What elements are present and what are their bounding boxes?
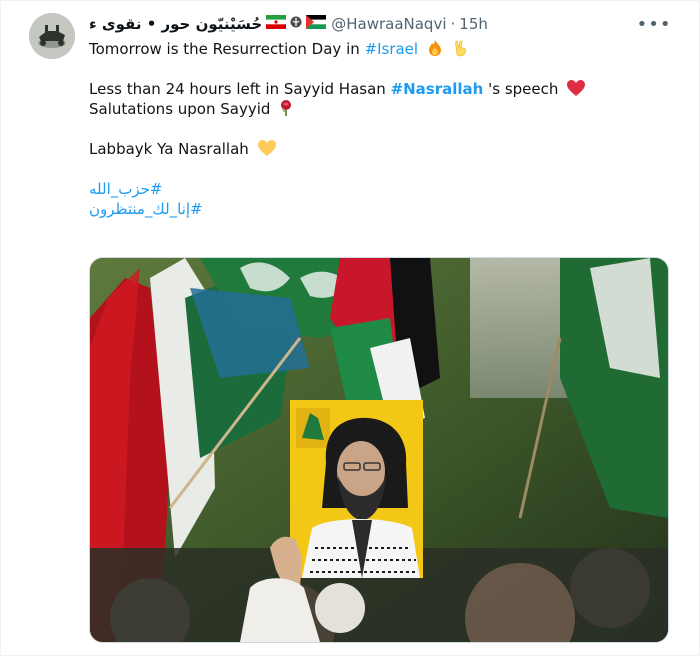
hashtag-hezbollah[interactable]: #حزب_الله xyxy=(89,179,162,199)
line1-text: Tomorrow is the Resurrection Day in xyxy=(89,40,365,58)
user-avatar[interactable] xyxy=(29,13,75,59)
tweet-card[interactable]: حُسَیْنیّون‌ حور • نقوی ء @HawraaN xyxy=(0,0,700,656)
tweet-line-5: #حزب_الله xyxy=(89,179,669,199)
yellow-heart-emoji xyxy=(257,139,277,162)
victory-hand-emoji xyxy=(452,39,470,62)
hashtag-nasrallah[interactable]: #Nasrallah xyxy=(391,80,484,98)
iran-flag-icon xyxy=(266,15,287,33)
red-heart-emoji xyxy=(566,79,586,102)
tweet-line-4: Labbayk Ya Nasrallah xyxy=(89,139,669,159)
tweet-timestamp[interactable]: 15h xyxy=(459,15,488,33)
line4-text: Labbayk Ya Nasrallah xyxy=(89,140,249,158)
tweet-header: حُسَیْنیّون‌ حور • نقوی ء @HawraaN xyxy=(89,13,649,35)
palestine-flag-icon xyxy=(306,15,327,33)
avatar-image xyxy=(29,13,75,59)
tweet-photo[interactable] xyxy=(89,257,669,643)
hashtag-waiting[interactable]: #إنا_لك_منتظرون xyxy=(89,199,203,219)
tweet-line-3: Salutations upon Sayyid xyxy=(89,99,669,119)
emblem-icon xyxy=(290,15,302,33)
display-name[interactable]: حُسَیْنیّون‌ حور • نقوی ء xyxy=(89,15,262,33)
line3-text: Salutations upon Sayyid xyxy=(89,100,271,118)
user-handle[interactable]: @HawraaNaqvi xyxy=(331,15,446,33)
rose-emoji xyxy=(278,99,294,122)
line2-text: Less than 24 hours left in Sayyid Hasan xyxy=(89,80,391,98)
tweet-line-1: Tomorrow is the Resurrection Day in #Isr… xyxy=(89,39,669,59)
tweet-line-6: #إنا_لك_منتظرون xyxy=(89,199,669,219)
more-options-icon[interactable]: ••• xyxy=(637,13,671,35)
line2-after: 's speech xyxy=(483,80,559,98)
portrait-placard xyxy=(290,400,423,578)
rally-photo xyxy=(90,258,668,642)
tweet-text: Tomorrow is the Resurrection Day in #Isr… xyxy=(89,39,669,219)
tweet-line-2: Less than 24 hours left in Sayyid Hasan … xyxy=(89,79,669,99)
fire-emoji xyxy=(426,39,444,62)
dot-separator: · xyxy=(450,15,456,33)
hashtag-israel[interactable]: #Israel xyxy=(365,40,419,58)
